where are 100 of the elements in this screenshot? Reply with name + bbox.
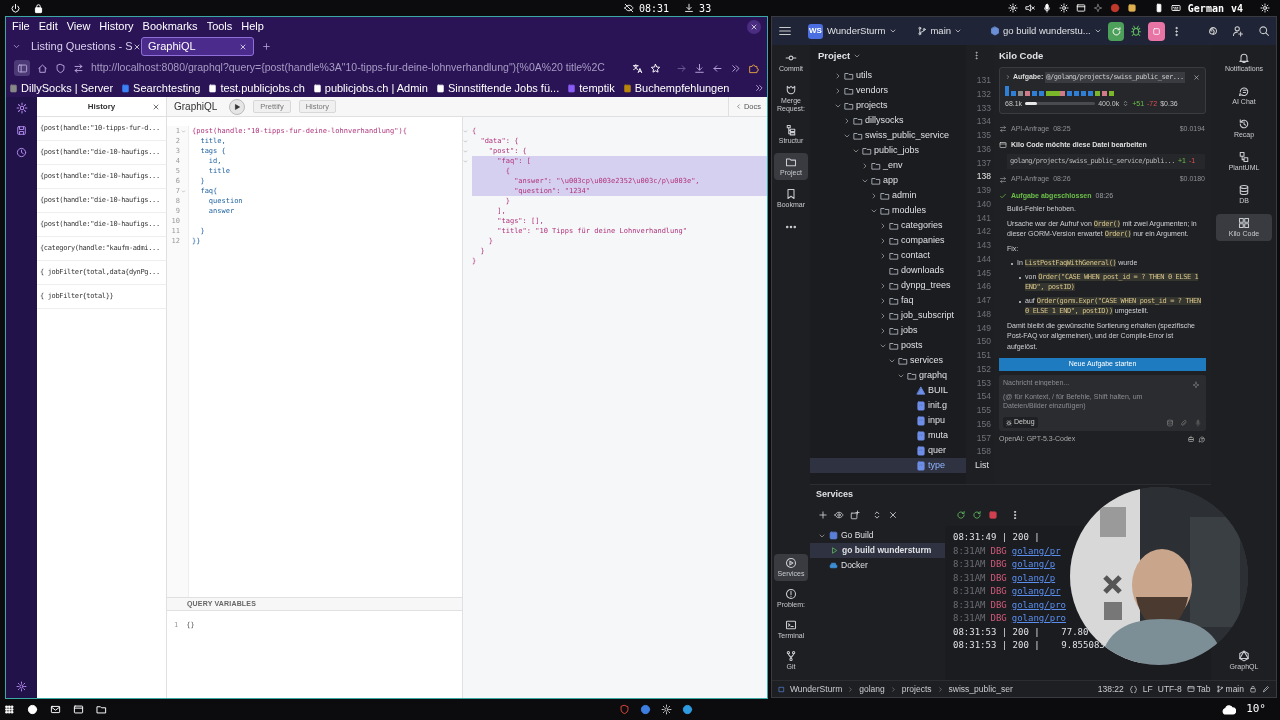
bookmark[interactable]: publicjobs.ch | Admin — [312, 79, 428, 97]
stop-icon[interactable] — [988, 510, 998, 520]
keyboard-icon[interactable] — [1170, 3, 1181, 13]
add-user-icon[interactable] — [1232, 25, 1244, 37]
service-item[interactable]: Go Build — [810, 528, 945, 543]
tree-item[interactable]: public_jobs — [810, 143, 966, 158]
new-window-icon[interactable] — [850, 510, 860, 520]
battery-icon[interactable] — [1153, 3, 1164, 13]
bookmark[interactable]: Searchtesting — [121, 79, 201, 97]
tree-item[interactable]: companies — [810, 233, 966, 248]
rerun-icon[interactable] — [972, 510, 982, 520]
service-item[interactable]: Docker — [810, 558, 945, 573]
bookmark[interactable]: Sinnstiftende Jobs fü... — [435, 79, 560, 97]
sparkle-icon[interactable] — [1092, 3, 1103, 13]
lock-icon[interactable] — [1249, 685, 1257, 693]
chevron-right-icon[interactable] — [879, 221, 887, 230]
tree-item[interactable]: vendors — [810, 83, 966, 98]
pen-icon[interactable] — [1262, 685, 1270, 693]
service-item[interactable]: go build wundersturm — [810, 543, 945, 558]
chevron-right-icon[interactable] — [1005, 74, 1011, 81]
tree-item[interactable]: graphq — [810, 368, 966, 383]
log-link[interactable]: golang/p — [1011, 571, 1056, 585]
sidebar-button[interactable] — [14, 60, 30, 76]
tree-item[interactable]: dynpg_trees — [810, 278, 966, 293]
log-link[interactable]: golang/pro — [1011, 598, 1066, 612]
breadcrumb[interactable]: swiss_public_ser — [948, 682, 1013, 696]
menu-item[interactable]: Tools — [206, 18, 233, 35]
paperclip-icon[interactable] — [1180, 418, 1188, 427]
breadcrumb[interactable]: projects — [901, 682, 932, 696]
chevron-right-icon[interactable] — [870, 191, 878, 200]
branch-switcher[interactable]: main — [917, 23, 963, 39]
double-chevron-icon[interactable] — [730, 62, 741, 74]
menu-item[interactable]: History — [99, 18, 134, 35]
rerun-icon[interactable] — [956, 510, 966, 520]
tree-item[interactable]: muta — [810, 428, 966, 443]
tree-item[interactable]: init.g — [810, 398, 966, 413]
gear-icon[interactable] — [661, 704, 672, 715]
swap-icon[interactable] — [73, 62, 84, 74]
back-icon[interactable] — [712, 62, 723, 74]
breadcrumb[interactable]: WunderSturm — [790, 682, 843, 696]
menu-item[interactable]: View — [66, 18, 91, 35]
spiral-icon[interactable] — [1206, 25, 1218, 37]
search-icon[interactable] — [1258, 25, 1270, 37]
close-button[interactable] — [747, 19, 761, 34]
chevron-right-icon[interactable] — [879, 281, 887, 290]
chevron-right-icon[interactable] — [843, 116, 851, 125]
tree-item[interactable]: contact — [810, 248, 966, 263]
robot-icon[interactable] — [1187, 435, 1195, 444]
tree-item[interactable]: utils — [810, 68, 966, 83]
more-icon[interactable] — [972, 51, 981, 60]
project-switcher[interactable]: WS WunderSturm — [808, 23, 898, 39]
run-button[interactable] — [229, 98, 246, 115]
log-link[interactable]: golang/pr — [1011, 544, 1061, 558]
menu-item[interactable]: Bookmarks — [142, 18, 198, 35]
chevron-down-icon[interactable] — [853, 52, 862, 60]
browser-tab[interactable]: GraphiQL — [141, 37, 254, 56]
window-icon[interactable] — [73, 704, 84, 715]
close-icon[interactable] — [1193, 73, 1200, 81]
tree-item[interactable]: services — [810, 353, 966, 368]
chevron-right-icon[interactable] — [879, 311, 887, 320]
compress-icon[interactable] — [1122, 100, 1130, 108]
history-icon[interactable] — [16, 147, 27, 158]
stop-button[interactable] — [1148, 21, 1165, 41]
mail-icon[interactable] — [50, 704, 61, 715]
forward-icon[interactable] — [676, 62, 687, 74]
braces-icon[interactable] — [1128, 684, 1138, 694]
tree-item[interactable]: admin — [810, 188, 966, 203]
log-link[interactable]: golang/pr — [1011, 585, 1061, 599]
gear-icon[interactable] — [16, 681, 27, 692]
gear-icon[interactable] — [15, 102, 28, 114]
puzzle-icon[interactable] — [748, 62, 759, 74]
eye-off-icon[interactable] — [624, 3, 634, 13]
shield-icon[interactable] — [619, 704, 630, 715]
url-field[interactable]: http://localhost:8080/graphql?query={post(handle%3A"10-tipps-fur-deine-lohnverhandlung"){%0A%20 title%2C — [91, 60, 625, 76]
tree-item[interactable]: app — [810, 173, 966, 188]
plus-icon[interactable] — [262, 42, 271, 51]
window-icon[interactable] — [1075, 3, 1086, 13]
indent-setting[interactable]: Tab — [1186, 682, 1211, 696]
tree-item[interactable]: dillysocks — [810, 113, 966, 128]
tree-item[interactable]: inpu — [810, 413, 966, 428]
tree-item[interactable]: categories — [810, 218, 966, 233]
home-icon[interactable] — [37, 62, 48, 74]
chevron-down-icon[interactable] — [12, 42, 21, 51]
chevron-right-icon[interactable] — [861, 161, 869, 170]
tree-item[interactable]: posts — [810, 338, 966, 353]
bug-icon[interactable] — [1130, 25, 1143, 37]
browser-tab[interactable]: Listing Questions - S — [25, 37, 137, 56]
translate-icon[interactable] — [632, 62, 643, 74]
chevron-right-icon[interactable] — [879, 296, 887, 305]
power-icon[interactable] — [10, 2, 21, 14]
chat-icon[interactable] — [1198, 435, 1206, 444]
add-icon[interactable] — [818, 510, 828, 520]
encoding[interactable]: UTF-8 — [1157, 682, 1182, 696]
menu-item[interactable]: File — [12, 18, 30, 35]
folder-icon[interactable] — [96, 704, 107, 715]
download-icon[interactable] — [694, 62, 705, 74]
save-icon[interactable] — [16, 125, 27, 136]
chevron-right-icon[interactable] — [879, 251, 887, 260]
expand-icon[interactable] — [872, 510, 882, 520]
breadcrumb[interactable]: golang — [859, 682, 885, 696]
